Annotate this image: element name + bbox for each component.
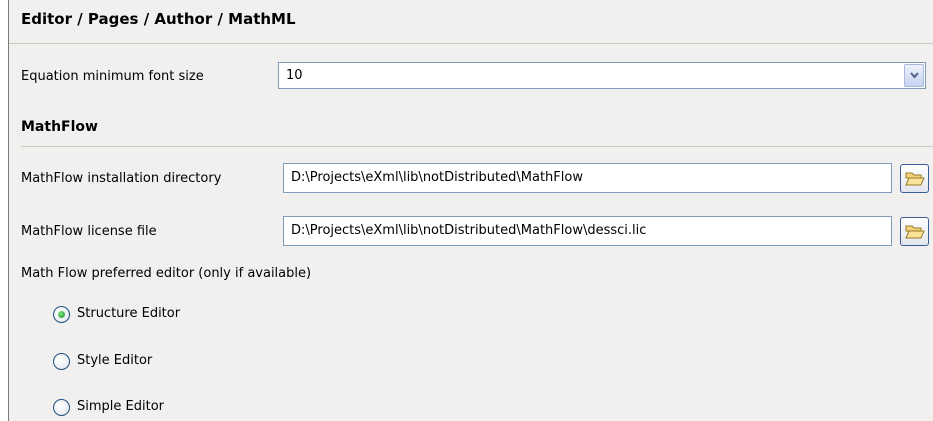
preferences-panel: Editor / Pages / Author / MathML Equatio…: [8, 0, 933, 421]
radio-button[interactable]: [53, 399, 70, 416]
radio-label: Simple Editor: [77, 399, 164, 414]
browse-install-dir-button[interactable]: [900, 164, 929, 193]
browse-license-file-button[interactable]: [900, 217, 929, 246]
license-file-value: D:\Projects\eXml\lib\notDistributed\Math…: [291, 223, 647, 238]
radio-label: Structure Editor: [77, 306, 181, 321]
folder-open-icon: [905, 172, 925, 186]
chevron-down-icon: [910, 72, 919, 79]
install-dir-label: MathFlow installation directory: [21, 171, 222, 186]
equation-font-size-value: 10: [286, 68, 303, 83]
radio-label: Style Editor: [77, 353, 153, 368]
license-file-label: MathFlow license file: [21, 224, 157, 239]
license-file-field[interactable]: D:\Projects\eXml\lib\notDistributed\Math…: [283, 216, 892, 246]
install-dir-value: D:\Projects\eXml\lib\notDistributed\Math…: [291, 170, 583, 185]
equation-font-size-label: Equation minimum font size: [21, 69, 204, 84]
install-dir-field[interactable]: D:\Projects\eXml\lib\notDistributed\Math…: [283, 163, 892, 193]
preferred-editor-label: Math Flow preferred editor (only if avai…: [21, 266, 312, 281]
radio-button[interactable]: [53, 306, 70, 323]
combo-dropdown-button[interactable]: [904, 64, 924, 87]
breadcrumb: Editor / Pages / Author / MathML: [21, 10, 296, 28]
mathflow-section-title: MathFlow: [21, 119, 98, 135]
page-header: Editor / Pages / Author / MathML: [9, 0, 933, 44]
radio-selected-dot: [58, 311, 65, 318]
section-divider: [21, 146, 933, 147]
folder-open-icon: [905, 225, 925, 239]
radio-button[interactable]: [53, 353, 70, 370]
equation-font-size-combobox[interactable]: 10: [278, 62, 926, 89]
